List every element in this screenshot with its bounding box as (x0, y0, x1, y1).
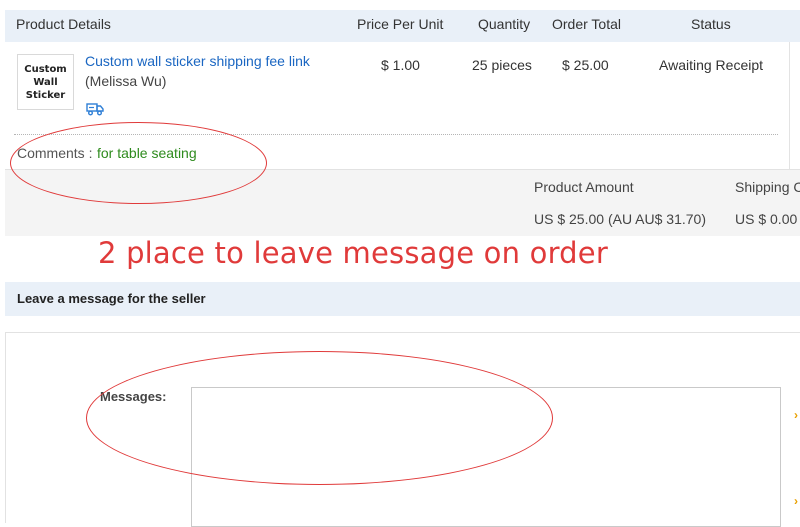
product-thumbnail[interactable]: Custom Wall Sticker (17, 54, 74, 110)
product-thumbnail-line1: Custom (24, 63, 67, 75)
product-amount-value: US $ 25.00 (AU AU$ 31.70) (534, 211, 706, 227)
product-thumbnail-line2: Wall Sticker (25, 76, 66, 101)
comments-label: Comments : (17, 145, 93, 161)
header-order-total: Order Total (552, 16, 621, 32)
header-status: Status (691, 16, 731, 32)
order-summary: Product Amount US $ 25.00 (AU AU$ 31.70)… (5, 169, 800, 236)
message-textarea[interactable] (191, 387, 781, 527)
quantity-value: 25 pieces (472, 57, 532, 73)
comments-value: for table seating (97, 145, 197, 161)
seller-name: (Melissa Wu) (85, 73, 167, 89)
annotation-text: 2 place to leave message on order (98, 236, 608, 270)
messages-label: Messages: (100, 389, 167, 404)
price-per-unit-value: $ 1.00 (381, 57, 420, 73)
header-price-per-unit: Price Per Unit (357, 16, 444, 32)
shipping-truck-icon[interactable] (86, 102, 104, 116)
order-table-header: Product Details Price Per Unit Quantity … (5, 10, 800, 42)
order-status-value: Awaiting Receipt (659, 57, 764, 73)
header-quantity: Quantity (478, 16, 531, 32)
shipping-value: US $ 0.00 (735, 211, 798, 227)
shipping-label: Shipping C (735, 179, 800, 195)
row-divider (14, 134, 778, 135)
side-hint-icon: › (794, 408, 798, 422)
product-amount-label: Product Amount (534, 179, 634, 195)
message-panel-header: Leave a message for the seller (5, 282, 800, 316)
side-hint-icon-2: › (794, 494, 798, 508)
table-right-border (789, 42, 790, 169)
order-total-value: $ 25.00 (562, 57, 609, 73)
message-panel-title: Leave a message for the seller (17, 291, 206, 306)
header-product-details: Product Details (16, 16, 111, 32)
product-name-link[interactable]: Custom wall sticker shipping fee link (85, 53, 310, 69)
